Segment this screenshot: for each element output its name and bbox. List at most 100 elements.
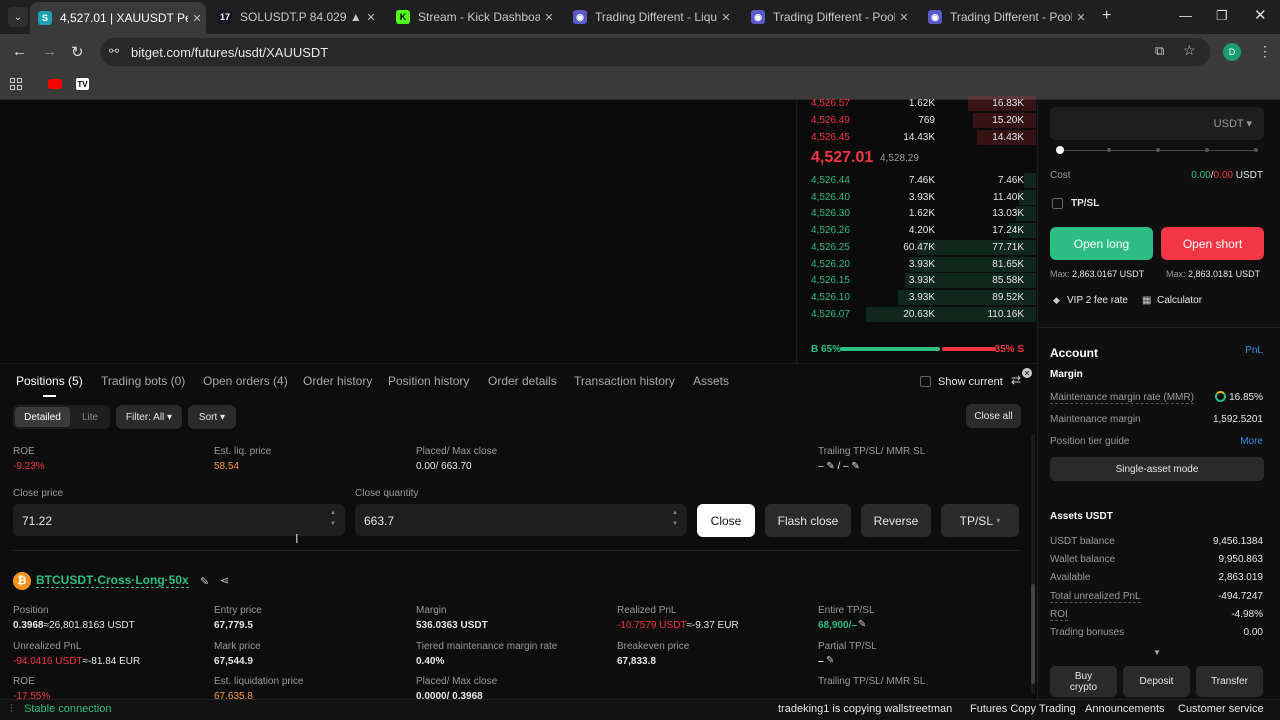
close-button[interactable]: Close bbox=[697, 504, 755, 537]
tpsl-checkbox[interactable] bbox=[1052, 198, 1063, 209]
bid-row[interactable]: 4,526.26 4.20K 17.24K bbox=[798, 222, 1036, 239]
edit-icon[interactable]: ✎ bbox=[200, 575, 209, 588]
copy-trading-ticker[interactable]: tradeking1 is copying wallstreetman bbox=[778, 703, 952, 715]
view-detailed-button[interactable]: Detailed bbox=[15, 407, 70, 427]
open-short-button[interactable]: Open short bbox=[1161, 227, 1264, 260]
partial-tpsl-edit-icon[interactable]: ✎ bbox=[826, 655, 834, 666]
close-all-button[interactable]: Close all bbox=[966, 404, 1021, 428]
assets-title: Assets USDT bbox=[1050, 511, 1113, 522]
tradingview-bookmark-icon[interactable]: TV bbox=[76, 78, 89, 90]
positions-tab[interactable]: Assets bbox=[693, 374, 729, 388]
view-lite-button[interactable]: Lite bbox=[75, 407, 105, 427]
bid-row[interactable]: 4,526.07 20.63K 110.16K bbox=[798, 306, 1036, 322]
url-text[interactable]: bitget.com/futures/usdt/XAUUSDT bbox=[131, 45, 328, 60]
browser-tab[interactable]: ◉ Trading Different - Pools d✕ bbox=[920, 4, 1090, 30]
vip-fee-rate[interactable]: VIP 2 fee rate bbox=[1067, 295, 1128, 306]
bookmark-star-icon[interactable]: ☆ bbox=[1183, 42, 1196, 59]
price-stepper-icon[interactable]: ▲ ▼ bbox=[330, 508, 336, 530]
bid-row[interactable]: 4,526.44 7.46K 7.46K bbox=[798, 172, 1036, 188]
forward-icon[interactable]: → bbox=[42, 43, 57, 60]
btc-position-title[interactable]: BTCUSDT·Cross·Long·50x bbox=[36, 573, 189, 588]
scrollbar[interactable] bbox=[1031, 434, 1035, 694]
tab-close-icon[interactable]: ✕ bbox=[895, 11, 913, 24]
transfer-button[interactable]: Transfer bbox=[1196, 666, 1263, 697]
entire-tpsl-value[interactable]: 68,900/– bbox=[818, 620, 857, 631]
single-asset-mode-button[interactable]: Single-asset mode bbox=[1050, 457, 1264, 481]
positions-tab[interactable]: Order history bbox=[303, 374, 372, 388]
close-quantity-input[interactable]: 663.7 ▲ ▼ bbox=[355, 504, 687, 536]
tab-search-button[interactable]: ⌄ bbox=[8, 7, 28, 27]
browser-tab[interactable]: S 4,527.01 | XAUUSDT Perpe✕ bbox=[30, 2, 206, 34]
site-info-icon[interactable]: ⚯ bbox=[109, 44, 119, 58]
tpsl-button[interactable]: TP/SL ▾ bbox=[941, 504, 1019, 537]
url-bar[interactable]: ⚯ bitget.com/futures/usdt/XAUUSDT ⧉ ☆ bbox=[100, 38, 1210, 66]
bid-row[interactable]: 4,526.30 1.62K 13.03K bbox=[798, 205, 1036, 222]
expand-chevron-icon[interactable]: ▼ bbox=[1153, 648, 1161, 657]
amount-slider[interactable] bbox=[1056, 146, 1258, 154]
tab-close-icon[interactable]: ✕ bbox=[717, 11, 735, 24]
browser-tab[interactable]: 17 SOLUSDT.P 84.029 ▲ +3.2✕ bbox=[210, 4, 380, 30]
customer-service-link[interactable]: Customer service bbox=[1178, 703, 1264, 715]
positions-tab[interactable]: Open orders (4) bbox=[203, 374, 288, 388]
show-current-label[interactable]: Show current bbox=[938, 376, 1003, 388]
positions-tab[interactable]: Order details bbox=[488, 374, 557, 388]
pnl-link[interactable]: PnL bbox=[1245, 345, 1263, 356]
chart-area[interactable] bbox=[0, 101, 797, 363]
profile-avatar[interactable]: D bbox=[1223, 43, 1241, 61]
reverse-button[interactable]: Reverse bbox=[861, 504, 931, 537]
bid-row[interactable]: 4,526.10 3.93K 89.52K bbox=[798, 289, 1036, 305]
announcements-link[interactable]: Announcements bbox=[1085, 703, 1165, 715]
prev-liq-value: 58.54 bbox=[214, 461, 240, 472]
currency-select[interactable]: USDT ▾ bbox=[1214, 117, 1252, 130]
amount-input[interactable]: USDT ▾ bbox=[1050, 107, 1264, 140]
tier-more-link[interactable]: More bbox=[1240, 436, 1263, 447]
install-app-icon[interactable]: ⧉ bbox=[1155, 43, 1164, 59]
calculator-link[interactable]: Calculator bbox=[1157, 295, 1202, 306]
close-window-icon[interactable]: ✕ bbox=[1254, 6, 1267, 24]
ask-row[interactable]: 4,526.49 769 15.20K bbox=[798, 112, 1036, 128]
positions-tab[interactable]: Positions (5) bbox=[16, 374, 83, 388]
back-icon[interactable]: ← bbox=[12, 43, 27, 60]
close-panel-icon[interactable]: ✕ bbox=[1022, 368, 1032, 378]
sort-dropdown[interactable]: Sort ▾ bbox=[188, 405, 236, 429]
ask-row[interactable]: 4,526.57 1.62K 16.83K bbox=[798, 95, 1036, 111]
restore-icon[interactable]: ❐ bbox=[1216, 8, 1228, 24]
bid-row[interactable]: 4,526.20 3.93K 81.65K bbox=[798, 256, 1036, 272]
deposit-button[interactable]: Deposit bbox=[1123, 666, 1190, 697]
youtube-bookmark-icon[interactable] bbox=[48, 79, 62, 89]
bid-row[interactable]: 4,526.40 3.93K 11.40K bbox=[798, 189, 1036, 205]
browser-menu-icon[interactable]: ⋮ bbox=[1258, 43, 1272, 60]
minimize-icon[interactable]: — bbox=[1179, 8, 1192, 23]
partial-tpsl-value[interactable]: – bbox=[818, 656, 824, 667]
buy-crypto-button[interactable]: Buy crypto bbox=[1050, 666, 1117, 697]
browser-tab[interactable]: ◉ Trading Different - Liquida✕ bbox=[565, 4, 735, 30]
slider-handle[interactable] bbox=[1056, 146, 1064, 154]
browser-tab[interactable]: K Stream - Kick Dashboard ✕ bbox=[388, 4, 558, 30]
filter-dropdown[interactable]: Filter: All ▾ bbox=[116, 405, 182, 429]
tab-close-icon[interactable]: ✕ bbox=[540, 11, 558, 24]
show-current-checkbox[interactable] bbox=[920, 376, 931, 387]
bid-row[interactable]: 4,526.15 3.93K 85.58K bbox=[798, 272, 1036, 289]
reload-icon[interactable]: ↻ bbox=[71, 43, 84, 61]
bid-row[interactable]: 4,526.25 60.47K 77.71K bbox=[798, 239, 1036, 255]
open-long-button[interactable]: Open long bbox=[1050, 227, 1153, 260]
tab-close-icon[interactable]: ✕ bbox=[1072, 11, 1090, 24]
orderbook-amount: 3.93K bbox=[908, 291, 935, 303]
entire-tpsl-edit-icon[interactable]: ✎ bbox=[858, 619, 866, 630]
new-tab-icon[interactable]: + bbox=[1102, 7, 1111, 25]
positions-tab[interactable]: Trading bots (0) bbox=[101, 374, 185, 388]
swap-arrows-icon[interactable]: ⇄ bbox=[1011, 373, 1021, 387]
futures-copy-trading-link[interactable]: Futures Copy Trading bbox=[970, 703, 1076, 715]
share-icon[interactable]: ⋖ bbox=[220, 574, 229, 587]
tpsl-label[interactable]: TP/SL bbox=[1071, 198, 1099, 209]
apps-grid-icon[interactable] bbox=[10, 78, 22, 90]
tab-close-icon[interactable]: ✕ bbox=[362, 11, 380, 24]
prev-trailing-value[interactable]: – ✎ / – ✎ bbox=[818, 461, 860, 472]
ask-row[interactable]: 4,526.45 14.43K 14.43K bbox=[798, 129, 1036, 145]
tab-close-icon[interactable]: ✕ bbox=[188, 12, 206, 25]
positions-tab[interactable]: Transaction history bbox=[574, 374, 675, 388]
flash-close-button[interactable]: Flash close bbox=[765, 504, 851, 537]
qty-stepper-icon[interactable]: ▲ ▼ bbox=[672, 508, 678, 530]
browser-tab[interactable]: ◉ Trading Different - Pools d✕ bbox=[743, 4, 913, 30]
positions-tab[interactable]: Position history bbox=[388, 374, 469, 388]
